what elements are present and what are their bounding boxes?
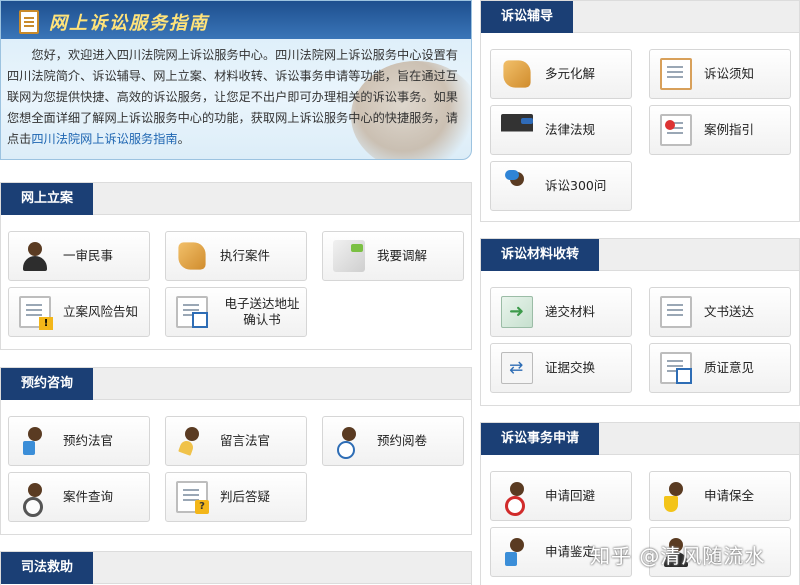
- gavel-book-icon: [501, 114, 533, 146]
- tile-filing-risk-notice[interactable]: 立案风险告知: [8, 287, 150, 337]
- tile-label: 预约阅卷: [377, 433, 428, 448]
- person-prohibited-icon: [501, 480, 533, 516]
- intro-title: 网上诉讼服务指南: [49, 13, 209, 34]
- intro-text: 您好，欢迎进入四川法院网上诉讼服务中心。四川法院网上诉讼服务中心设置有四川法院简…: [7, 45, 469, 150]
- materials-panel: 诉讼材料收转 递交材料 文书送达 证据交换 质证意见: [480, 238, 800, 406]
- online-filing-panel: 网上立案 一审民事 执行案件 我要调解 立案风险告知 电子送达地址确认书: [0, 182, 472, 350]
- tile-laws-regulations[interactable]: 法律法规: [490, 105, 632, 155]
- appointment-title: 预约咨询: [1, 368, 94, 400]
- tile-apply-recusal[interactable]: 申请回避: [490, 471, 632, 521]
- magnifier-icon: [19, 481, 51, 517]
- tile-label: 判后答疑: [220, 489, 271, 504]
- tile-apply-preservation[interactable]: 申请保全: [649, 471, 791, 521]
- tile-submit-materials[interactable]: 递交材料: [490, 287, 632, 337]
- affairs-title: 诉讼事务申请: [481, 423, 600, 455]
- litigation-guidance-title: 诉讼辅导: [481, 1, 574, 33]
- guide-link[interactable]: 四川法院网上诉讼服务指南: [31, 132, 177, 146]
- tile-mediation[interactable]: 我要调解: [322, 231, 464, 281]
- affairs-header: 诉讼事务申请: [481, 423, 799, 455]
- tile-case-query[interactable]: 案件查询: [8, 472, 150, 522]
- judicial-aid-header: 司法救助: [1, 552, 471, 584]
- tile-document-service[interactable]: 文书送达: [649, 287, 791, 337]
- handshake-icon: [503, 60, 531, 88]
- intro-banner: 网上诉讼服务指南 您好，欢迎进入四川法院网上诉讼服务中心。四川法院网上诉讼服务中…: [0, 0, 472, 160]
- tile-label: 案件查询: [63, 489, 114, 504]
- submit-arrow-icon: [501, 296, 533, 328]
- tile-label: 留言法官: [220, 433, 271, 448]
- clipboard-document-icon: [660, 58, 692, 90]
- tile-label: 质证意见: [704, 360, 755, 375]
- tile-enforcement-case[interactable]: 执行案件: [165, 231, 307, 281]
- hand-card-icon: [333, 240, 365, 272]
- materials-title: 诉讼材料收转: [481, 239, 600, 271]
- watermark: 知乎 @清风随流水: [590, 544, 766, 568]
- document-stack-icon: [660, 296, 692, 328]
- tile-label: 预约法官: [63, 433, 114, 448]
- tile-label: 执行案件: [220, 248, 271, 263]
- person-speech-bubble-icon: [501, 170, 533, 202]
- tile-label: 立案风险告知: [63, 304, 139, 319]
- intro-title-wrap: 网上诉讼服务指南: [19, 9, 209, 35]
- tile-label: 申请鉴定: [545, 544, 596, 559]
- judge-pen-icon: [176, 425, 208, 457]
- tile-label: 递交材料: [545, 304, 596, 319]
- tile-label: 电子送达地址确认书: [224, 296, 300, 327]
- tile-300-questions[interactable]: 诉讼300问: [490, 161, 632, 211]
- judge-calculator-icon: [19, 425, 51, 457]
- tile-label: 诉讼须知: [704, 66, 755, 81]
- online-filing-header: 网上立案: [1, 183, 471, 215]
- clipboard-icon: [19, 10, 39, 34]
- handshake-icon: [178, 242, 206, 270]
- exchange-arrows-icon: [501, 352, 533, 384]
- tile-evidence-exchange[interactable]: 证据交换: [490, 343, 632, 393]
- document-question-icon: [176, 481, 209, 514]
- materials-header: 诉讼材料收转: [481, 239, 799, 271]
- person-shield-icon: [660, 480, 692, 512]
- tile-case-guidance[interactable]: 案例指引: [649, 105, 791, 155]
- judge-clock-icon: [333, 425, 365, 459]
- tile-label: 诉讼300问: [545, 178, 607, 193]
- tile-label: 申请保全: [704, 488, 755, 503]
- tile-appoint-judge[interactable]: 预约法官: [8, 416, 150, 466]
- judge-person-icon: [19, 240, 51, 272]
- tile-e-service-address[interactable]: 电子送达地址确认书: [165, 287, 307, 337]
- tile-label: 多元化解: [545, 66, 596, 81]
- tile-label: 申请回避: [545, 488, 596, 503]
- litigation-guidance-header: 诉讼辅导: [481, 1, 799, 33]
- tile-label: 案例指引: [704, 122, 755, 137]
- judicial-aid-title: 司法救助: [1, 552, 94, 584]
- tile-label: 文书送达: [704, 304, 755, 319]
- tile-litigation-notice[interactable]: 诉讼须知: [649, 49, 791, 99]
- tile-label: 法律法规: [545, 122, 596, 137]
- tile-label: 我要调解: [377, 248, 428, 263]
- appointment-header: 预约咨询: [1, 368, 471, 400]
- tile-label: 证据交换: [545, 360, 596, 375]
- tile-post-judgment-qa[interactable]: 判后答疑: [165, 472, 307, 522]
- intro-text-end: 。: [177, 132, 190, 146]
- tile-label: 一审民事: [63, 248, 114, 263]
- person-document-icon: [501, 536, 533, 568]
- litigation-guidance-panel: 诉讼辅导 多元化解 诉讼须知 法律法规 案例指引 诉讼300问: [480, 0, 800, 222]
- online-filing-title: 网上立案: [1, 183, 94, 215]
- tile-appoint-file-review[interactable]: 预约阅卷: [322, 416, 464, 466]
- tile-diversified-resolution[interactable]: 多元化解: [490, 49, 632, 99]
- case-document-icon: [660, 114, 692, 146]
- document-pen-icon: [660, 352, 692, 384]
- appointment-panel: 预约咨询 预约法官 留言法官 预约阅卷 案件查询 判后答疑: [0, 367, 472, 535]
- tile-first-instance-civil[interactable]: 一审民事: [8, 231, 150, 281]
- tile-message-judge[interactable]: 留言法官: [165, 416, 307, 466]
- document-warning-icon: [19, 296, 53, 330]
- tile-cross-examination-opinion[interactable]: 质证意见: [649, 343, 791, 393]
- judicial-aid-panel: 司法救助: [0, 551, 472, 585]
- document-checklist-icon: [176, 296, 208, 328]
